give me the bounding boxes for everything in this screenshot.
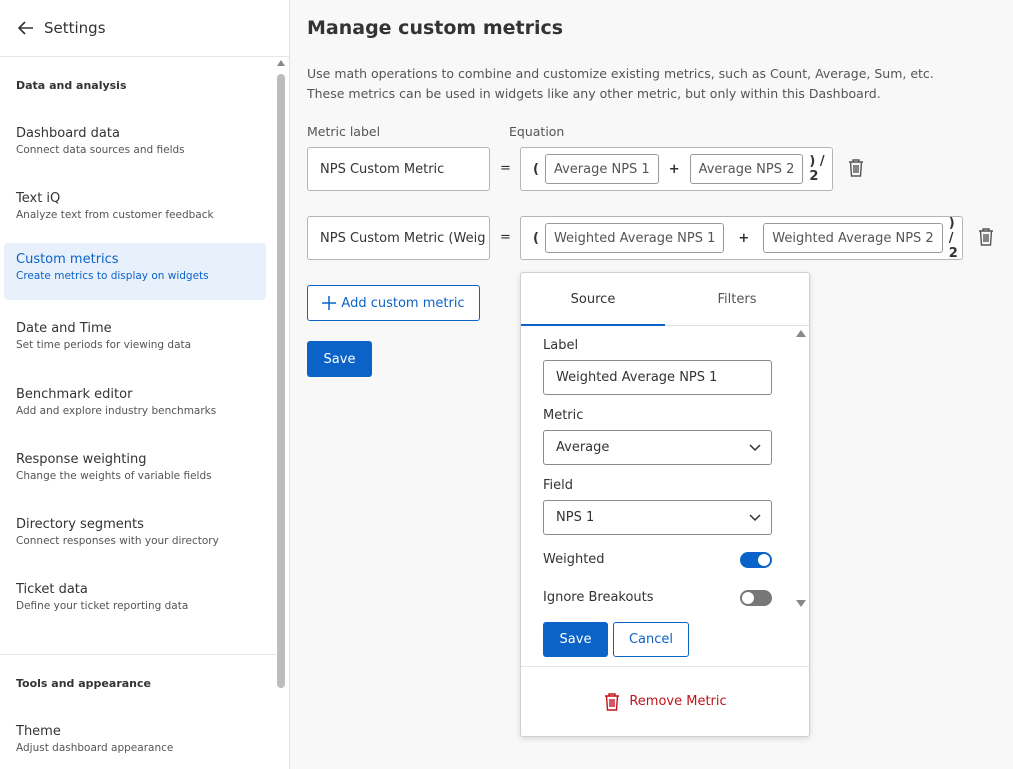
sidebar-item-title: Response weighting [16,452,147,467]
sidebar-item-title: Benchmark editor [16,387,133,402]
sidebar-item-subtitle: Connect data sources and fields [16,144,185,156]
sidebar-item-title: Dashboard data [16,126,120,141]
weighted-label: Weighted [543,552,605,567]
field-field-label: Field [543,478,574,493]
sidebar-item-subtitle: Change the weights of variable fields [16,470,212,482]
sidebar-item-subtitle: Define your ticket reporting data [16,600,189,612]
sidebar-item-title: Directory segments [16,517,144,532]
sidebar-item-subtitle: Create metrics to display on widgets [16,270,209,282]
open-paren: ( [533,161,539,177]
sidebar-item-subtitle: Add and explore industry benchmarks [16,405,217,417]
sidebar-item-title: Date and Time [16,321,112,336]
sidebar-title: Settings [44,19,106,37]
sidebar-item-subtitle: Adjust dashboard appearance [16,742,174,754]
sidebar-scroll-area: Data and analysis Dashboard data Connect… [0,57,276,769]
operand-editor-popover: Source Filters Label Weighted Average NP… [520,272,810,737]
back-arrow-icon[interactable] [16,18,36,38]
operator: + [738,230,750,246]
field-select[interactable]: NPS 1 [543,500,772,535]
section-heading-data-analysis: Data and analysis [16,79,127,92]
active-tab-indicator [521,324,665,326]
metric-label-input[interactable]: NPS Custom Metric (Weig [307,216,490,260]
toggle-knob [742,592,754,604]
metric-label-header: Metric label [307,124,381,139]
description-line-1: Use math operations to combine and custo… [307,66,934,81]
operand-chip[interactable]: Weighted Average NPS 2 [763,223,943,253]
sidebar-item-response-weighting[interactable]: Response weighting Change the weights of… [4,443,266,500]
trash-icon[interactable] [977,227,995,247]
metric-select-value: Average [556,440,610,455]
equation-builder: ( Weighted Average NPS 1 + Weighted Aver… [520,215,963,261]
chevron-down-icon [749,513,761,521]
add-custom-metric-label: Add custom metric [341,295,465,311]
metric-select[interactable]: Average [543,430,772,465]
sidebar-item-title: Custom metrics [16,252,119,267]
page-description: Use math operations to combine and custo… [307,64,987,104]
toggle-knob [758,554,770,566]
sidebar-item-text-iq[interactable]: Text iQ Analyze text from customer feedb… [4,182,266,239]
ignore-breakouts-toggle[interactable] [740,590,772,606]
operator: + [668,161,680,177]
settings-sidebar: Settings Data and analysis Dashboard dat… [0,0,290,769]
label-field-label: Label [543,338,579,353]
sidebar-item-ticket-data[interactable]: Ticket data Define your ticket reporting… [4,573,266,630]
remove-metric-button[interactable]: Remove Metric [521,666,809,736]
page-title: Manage custom metrics [307,17,564,39]
popover-save-button[interactable]: Save [543,622,608,657]
metric-label-input[interactable]: NPS Custom Metric [307,147,490,191]
sidebar-item-custom-metrics[interactable]: Custom metrics Create metrics to display… [4,243,266,300]
sidebar-item-title: Ticket data [16,582,88,597]
label-input[interactable]: Weighted Average NPS 1 [543,360,772,395]
remove-metric-label: Remove Metric [629,694,727,709]
sidebar-item-subtitle: Analyze text from customer feedback [16,209,214,221]
scroll-up-arrow-icon[interactable] [277,60,285,66]
sidebar-item-theme[interactable]: Theme Adjust dashboard appearance [4,715,266,769]
description-line-2: These metrics can be used in widgets lik… [307,86,881,101]
open-paren: ( [533,230,539,246]
sidebar-header: Settings [0,0,289,57]
tab-source[interactable]: Source [521,273,665,325]
operand-chip[interactable]: Average NPS 1 [544,154,659,184]
sidebar-item-benchmark-editor[interactable]: Benchmark editor Add and explore industr… [4,378,266,435]
equation-tail: ) / 2 [948,215,958,261]
main-content: Manage custom metrics Use math operation… [290,0,1013,769]
ignore-breakouts-label: Ignore Breakouts [543,590,654,605]
chevron-down-icon [749,443,761,451]
operand-chip[interactable]: Average NPS 2 [689,154,804,184]
popover-cancel-button[interactable]: Cancel [613,622,689,657]
add-custom-metric-button[interactable]: Add custom metric [307,285,480,321]
sidebar-item-title: Theme [16,724,61,739]
popover-tabs: Source Filters [521,273,809,326]
equation-header: Equation [509,124,565,139]
sidebar-item-dashboard-data[interactable]: Dashboard data Connect data sources and … [4,117,266,174]
save-button[interactable]: Save [307,341,372,377]
metric-field-label: Metric [543,408,584,423]
tab-filters[interactable]: Filters [665,273,809,325]
sidebar-item-directory-segments[interactable]: Directory segments Connect responses wit… [4,508,266,565]
sidebar-item-subtitle: Connect responses with your directory [16,535,219,547]
scroll-down-arrow-icon[interactable] [796,600,806,607]
scroll-up-arrow-icon[interactable] [796,330,806,337]
section-heading-tools-appearance: Tools and appearance [0,654,276,714]
trash-icon[interactable] [847,158,865,178]
sidebar-item-date-time[interactable]: Date and Time Set time periods for viewi… [4,312,266,369]
sidebar-item-subtitle: Set time periods for viewing data [16,339,192,351]
sidebar-scrollbar-thumb[interactable] [277,74,285,688]
plus-icon [322,296,337,310]
equals-sign: = [500,230,511,245]
weighted-toggle[interactable] [740,552,772,568]
field-select-value: NPS 1 [556,510,595,525]
operand-chip[interactable]: Weighted Average NPS 1 [544,223,725,253]
equals-sign: = [500,161,511,176]
sidebar-item-title: Text iQ [16,191,61,206]
equation-tail: ) / 2 [809,154,825,184]
trash-icon [605,692,620,711]
equation-builder: ( Average NPS 1 + Average NPS 2 ) / 2 [520,147,833,191]
